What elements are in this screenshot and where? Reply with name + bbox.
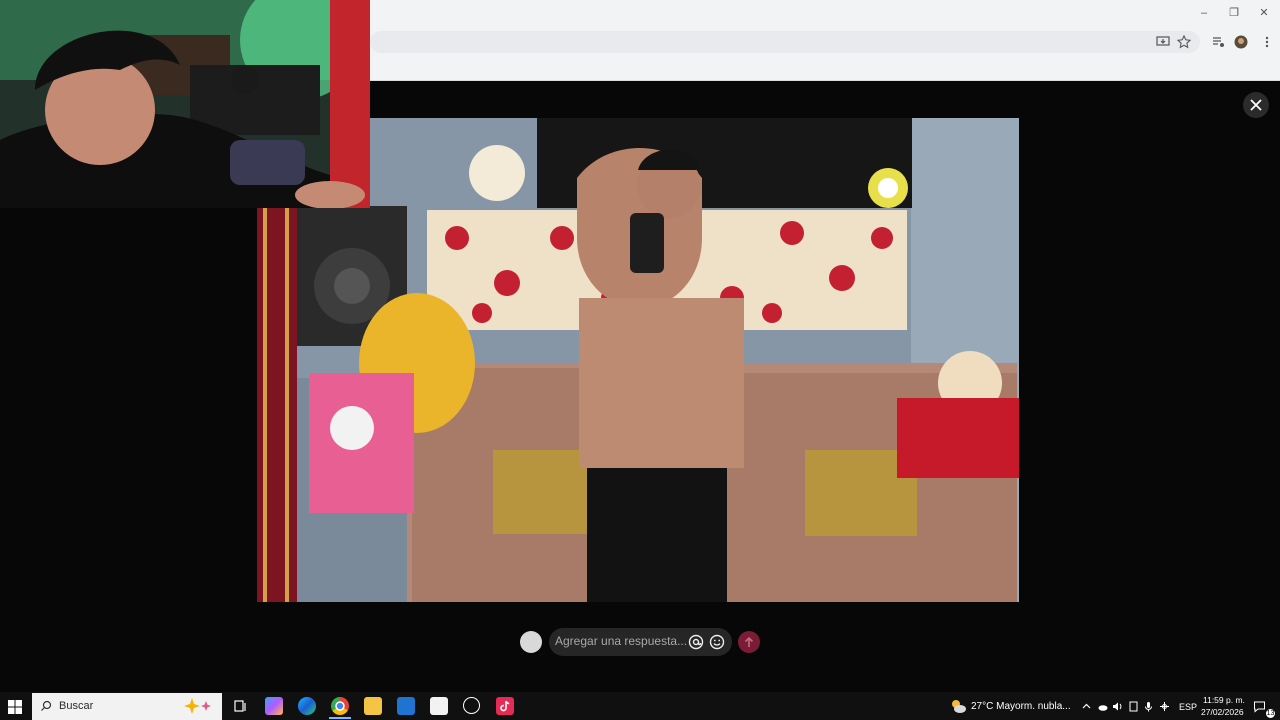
story-image: [257, 118, 1019, 602]
webcam-overlay: [0, 0, 370, 208]
reply-avatar: [520, 631, 542, 653]
minimize-button[interactable]: –: [1197, 6, 1211, 20]
install-app-icon[interactable]: [1156, 35, 1170, 49]
notification-count: 13: [1266, 709, 1275, 718]
copilot-sparkle-icon: [184, 698, 211, 714]
weather-text[interactable]: 27°C Mayorm. nubla...: [971, 701, 1071, 712]
clock-time[interactable]: 11:59 p. m.: [1203, 695, 1245, 705]
tiktok-app-icon[interactable]: [496, 697, 514, 715]
copilot-app-icon[interactable]: [265, 697, 283, 715]
reply-placeholder[interactable]: Agregar una respuesta...: [555, 634, 687, 648]
close-story-button[interactable]: [1243, 92, 1269, 118]
restore-button[interactable]: ❐: [1227, 6, 1241, 20]
onedrive-icon[interactable]: [1097, 701, 1108, 712]
active-app-indicator: [329, 717, 351, 719]
battery-icon[interactable]: [1128, 701, 1139, 712]
close-window-button[interactable]: ✕: [1257, 6, 1271, 20]
volume-icon[interactable]: [1112, 701, 1123, 712]
microphone-icon[interactable]: [1143, 701, 1154, 712]
language-indicator[interactable]: ESP: [1179, 702, 1197, 712]
bookmark-star-icon[interactable]: [1177, 35, 1191, 49]
webcam-image: [0, 0, 370, 208]
more-menu-icon[interactable]: [1260, 35, 1274, 49]
mention-icon[interactable]: [688, 634, 704, 650]
clock-date[interactable]: 27/02/2026: [1201, 707, 1244, 717]
address-bar[interactable]: [370, 31, 1200, 53]
outlook-app-icon[interactable]: [397, 697, 415, 715]
profile-avatar[interactable]: [1234, 35, 1248, 49]
notifications-icon[interactable]: [1253, 700, 1266, 713]
store-app-icon[interactable]: [430, 697, 448, 715]
taskbar-search-label[interactable]: Buscar: [59, 700, 93, 712]
send-button[interactable]: [738, 631, 760, 653]
task-view-icon[interactable]: [232, 697, 250, 715]
obs-app-icon[interactable]: [463, 697, 480, 714]
emoji-icon[interactable]: [709, 634, 725, 650]
chrome-app-icon[interactable]: [331, 697, 349, 715]
windows-start-icon[interactable]: [6, 698, 24, 716]
story-photo[interactable]: [257, 118, 1019, 602]
weather-icon[interactable]: [949, 698, 967, 714]
network-icon[interactable]: [1159, 701, 1170, 712]
edge-app-icon[interactable]: [298, 697, 316, 715]
file-explorer-icon[interactable]: [364, 697, 382, 715]
close-icon: [1250, 99, 1262, 111]
chevron-up-icon[interactable]: [1081, 701, 1092, 712]
arrow-up-icon: [744, 636, 754, 647]
search-icon: [41, 700, 52, 711]
media-control-icon[interactable]: [1211, 35, 1225, 49]
